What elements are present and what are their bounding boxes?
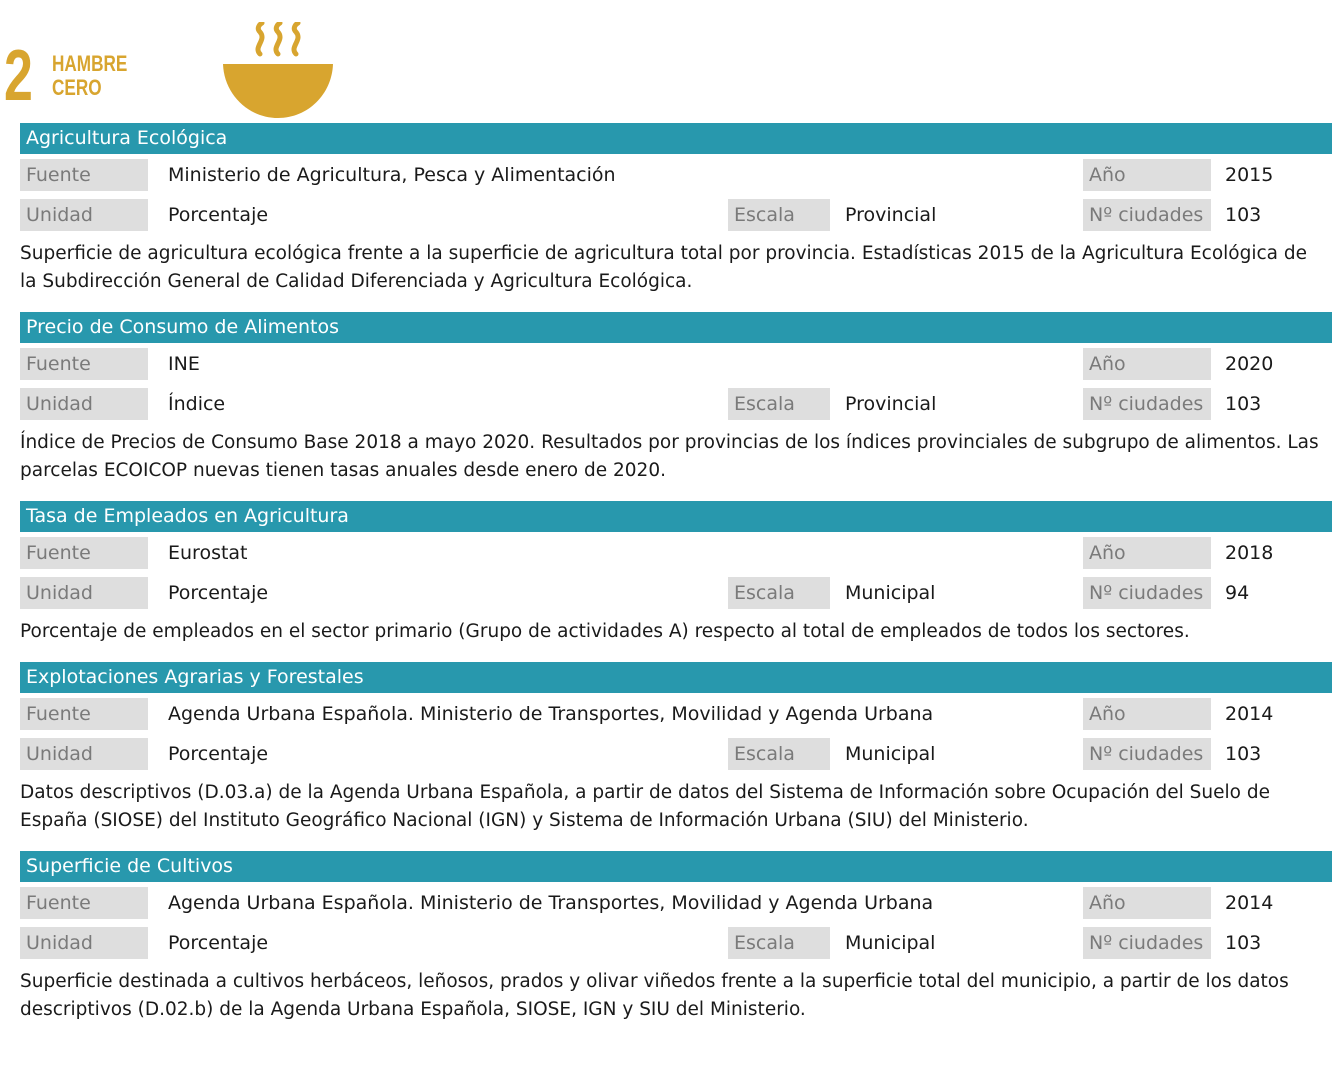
section-description: Índice de Precios de Consumo Base 2018 a… <box>20 432 1319 481</box>
escala-value: Municipal <box>845 932 936 954</box>
unidad-value: Porcentaje <box>168 743 269 765</box>
fuente-value: Eurostat <box>168 542 248 564</box>
source-row: Fuente Agenda Urbana Española. Ministeri… <box>20 693 1332 733</box>
anio-label: Año <box>1083 348 1211 380</box>
indicator-section: Explotaciones Agrarias y Forestales Fuen… <box>20 662 1332 851</box>
goal-header: 2 HAMBRE CERO <box>0 0 1332 123</box>
bowl-steam-icon <box>223 22 333 118</box>
ciudades-value: 94 <box>1225 582 1250 604</box>
unidad-value: Porcentaje <box>168 204 269 226</box>
escala-value: Municipal <box>845 743 936 765</box>
fuente-label: Fuente <box>20 887 148 919</box>
unit-row: Unidad Porcentaje Escala Provincial Nº c… <box>20 194 1332 234</box>
goal-number: 2 <box>4 36 33 116</box>
unit-row: Unidad Porcentaje Escala Municipal Nº ci… <box>20 572 1332 612</box>
ciudades-value: 103 <box>1225 932 1262 954</box>
fuente-value: Agenda Urbana Española. Ministerio de Tr… <box>168 703 934 725</box>
source-row: Fuente Ministerio de Agricultura, Pesca … <box>20 154 1332 194</box>
anio-value: 2020 <box>1225 353 1274 375</box>
escala-value: Municipal <box>845 582 936 604</box>
fuente-value: Ministerio de Agricultura, Pesca y Alime… <box>168 164 616 186</box>
anio-label: Año <box>1083 887 1211 919</box>
unidad-value: Porcentaje <box>168 582 269 604</box>
source-row: Fuente Eurostat Año 2018 <box>20 532 1332 572</box>
fuente-value: INE <box>168 353 200 375</box>
escala-label: Escala <box>728 199 830 231</box>
indicator-section: Agricultura Ecológica Fuente Ministerio … <box>20 123 1332 312</box>
escala-value: Provincial <box>845 393 937 415</box>
anio-value: 2015 <box>1225 164 1274 186</box>
indicator-list: Agricultura Ecológica Fuente Ministerio … <box>20 123 1332 1040</box>
ciudades-value: 103 <box>1225 393 1262 415</box>
anio-value: 2014 <box>1225 892 1274 914</box>
source-row: Fuente INE Año 2020 <box>20 343 1332 383</box>
unidad-label: Unidad <box>20 738 148 770</box>
escala-value: Provincial <box>845 204 937 226</box>
unidad-label: Unidad <box>20 199 148 231</box>
unidad-label: Unidad <box>20 927 148 959</box>
goal-title-line-2: CERO <box>52 75 102 100</box>
source-row: Fuente Agenda Urbana Española. Ministeri… <box>20 882 1332 922</box>
ciudades-label: Nº ciudades <box>1083 738 1211 770</box>
section-title: Agricultura Ecológica <box>20 123 1332 154</box>
unit-row: Unidad Porcentaje Escala Municipal Nº ci… <box>20 922 1332 962</box>
unidad-value: Índice <box>168 393 226 415</box>
fuente-label: Fuente <box>20 698 148 730</box>
ciudades-label: Nº ciudades <box>1083 199 1211 231</box>
anio-value: 2018 <box>1225 542 1274 564</box>
escala-label: Escala <box>728 738 830 770</box>
section-description: Superficie destinada a cultivos herbáceo… <box>20 971 1289 1020</box>
ciudades-label: Nº ciudades <box>1083 388 1211 420</box>
section-title: Explotaciones Agrarias y Forestales <box>20 662 1332 693</box>
section-title: Tasa de Empleados en Agricultura <box>20 501 1332 532</box>
escala-label: Escala <box>728 577 830 609</box>
ciudades-label: Nº ciudades <box>1083 927 1211 959</box>
goal-title-line-1: HAMBRE <box>52 51 128 76</box>
fuente-label: Fuente <box>20 348 148 380</box>
escala-label: Escala <box>728 927 830 959</box>
goal-title: HAMBRE CERO <box>52 52 127 100</box>
section-title: Precio de Consumo de Alimentos <box>20 312 1332 343</box>
unidad-value: Porcentaje <box>168 932 269 954</box>
indicator-section: Superficie de Cultivos Fuente Agenda Urb… <box>20 851 1332 1040</box>
fuente-label: Fuente <box>20 537 148 569</box>
anio-label: Año <box>1083 537 1211 569</box>
indicator-section: Tasa de Empleados en Agricultura Fuente … <box>20 501 1332 662</box>
section-title: Superficie de Cultivos <box>20 851 1332 882</box>
section-description: Datos descriptivos (D.03.a) de la Agenda… <box>20 782 1270 831</box>
unit-row: Unidad Porcentaje Escala Municipal Nº ci… <box>20 733 1332 773</box>
anio-value: 2014 <box>1225 703 1274 725</box>
unit-row: Unidad Índice Escala Provincial Nº ciuda… <box>20 383 1332 423</box>
section-description: Porcentaje de empleados en el sector pri… <box>20 621 1190 642</box>
ciudades-value: 103 <box>1225 743 1262 765</box>
fuente-value: Agenda Urbana Española. Ministerio de Tr… <box>168 892 934 914</box>
indicator-section: Precio de Consumo de Alimentos Fuente IN… <box>20 312 1332 501</box>
anio-label: Año <box>1083 159 1211 191</box>
ciudades-value: 103 <box>1225 204 1262 226</box>
section-description: Superficie de agricultura ecológica fren… <box>20 243 1308 292</box>
ciudades-label: Nº ciudades <box>1083 577 1211 609</box>
escala-label: Escala <box>728 388 830 420</box>
anio-label: Año <box>1083 698 1211 730</box>
fuente-label: Fuente <box>20 159 148 191</box>
unidad-label: Unidad <box>20 388 148 420</box>
unidad-label: Unidad <box>20 577 148 609</box>
